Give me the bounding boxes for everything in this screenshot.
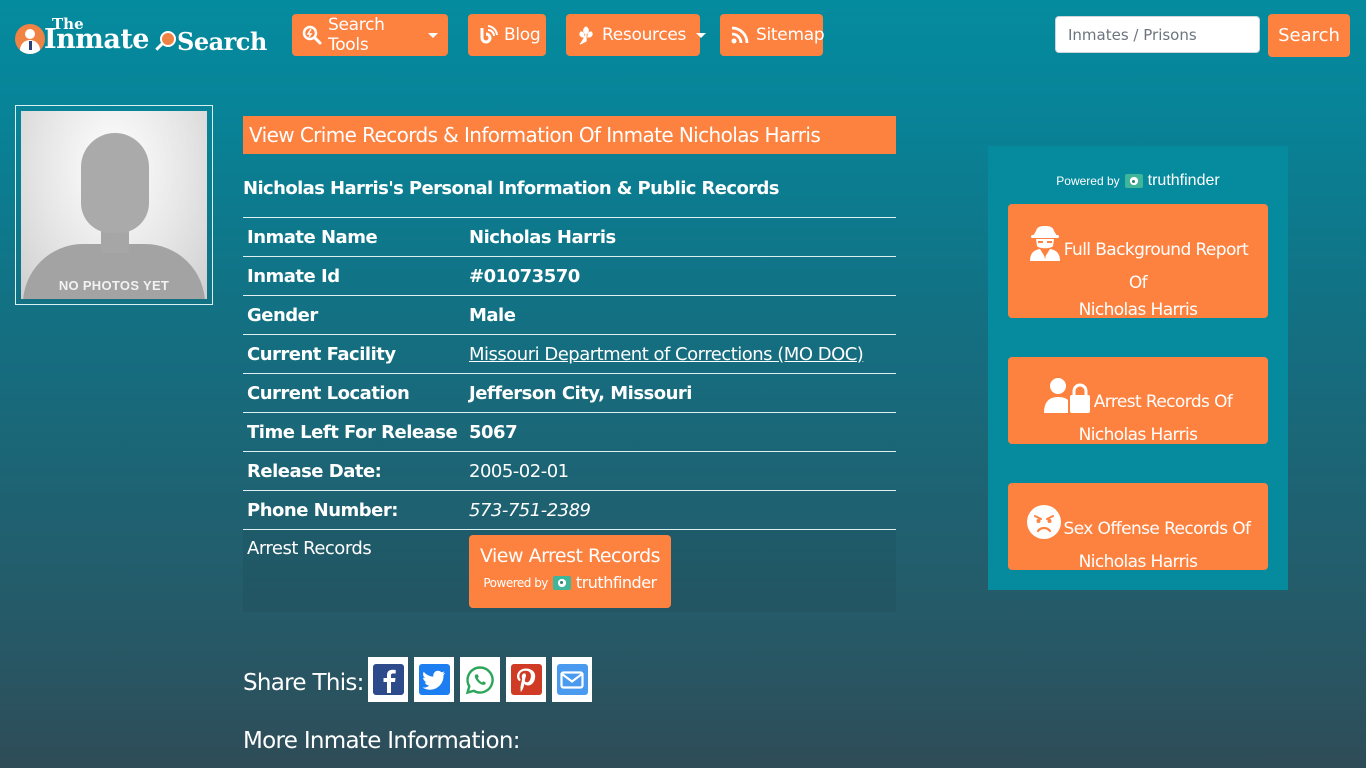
sidebar-powered-by: Powered by truthfinder <box>988 172 1288 190</box>
table-row: Current Location Jefferson City, Missour… <box>243 373 896 413</box>
whatsapp-icon <box>464 664 496 695</box>
phone-number-value: 573-751-2389 <box>469 499 591 521</box>
twitter-icon <box>418 664 450 695</box>
nav-blog-label: Blog <box>504 25 541 45</box>
no-photo-caption: NO PHOTOS YET <box>58 278 170 293</box>
view-arrest-records-label: View Arrest Records <box>479 545 661 567</box>
sex-offense-line1: Sex Offense Records Of <box>1063 519 1251 539</box>
row-label: Gender <box>247 304 318 326</box>
share-facebook-button[interactable] <box>368 657 408 702</box>
truthfinder-sidebar: Powered by truthfinder Full Background R… <box>988 146 1288 590</box>
row-label: Release Date: <box>247 460 382 482</box>
inmate-avatar-icon <box>15 24 45 54</box>
page-title: View Crime Records & Information Of Inma… <box>243 116 896 154</box>
rss-icon <box>730 25 750 45</box>
arrest-records-line2: Nicholas Harris <box>1078 425 1198 445</box>
release-date-value: 2005-02-01 <box>469 460 569 482</box>
inmate-id-value: #01073570 <box>469 265 580 287</box>
user-lock-icon <box>1043 377 1092 422</box>
table-row: Inmate Id #01073570 <box>243 256 896 296</box>
facility-link[interactable]: Missouri Department of Corrections (MO D… <box>469 344 864 365</box>
inmate-name-value: Nicholas Harris <box>469 226 616 248</box>
truthfinder-brand: truthfinder <box>1147 172 1220 189</box>
chevron-down-icon <box>428 32 438 38</box>
pinterest-icon <box>510 664 542 695</box>
full-background-line3: Nicholas Harris <box>1078 300 1198 320</box>
share-whatsapp-button[interactable] <box>460 657 500 702</box>
row-label: Inmate Name <box>247 226 378 248</box>
nav-search-tools-label: Search Tools <box>328 15 385 55</box>
email-icon <box>556 664 588 695</box>
truthfinder-brand: truthfinder <box>575 573 657 592</box>
nav-resources[interactable]: Resources <box>566 14 707 56</box>
chevron-down-icon <box>696 32 707 38</box>
table-row: Phone Number: 573-751-2389 <box>243 490 896 530</box>
row-label: Current Facility <box>247 343 396 365</box>
leaf-icon <box>576 25 596 45</box>
angry-face-icon <box>1026 504 1062 549</box>
facebook-icon <box>372 664 404 695</box>
inmate-photo-frame: NO PHOTOS YET <box>15 105 213 305</box>
powered-by-text: Powered by <box>1056 174 1120 188</box>
search-tools-icon <box>302 25 322 45</box>
full-background-report-button[interactable]: Full Background Report Of Nicholas Harri… <box>1008 204 1268 320</box>
row-label: Current Location <box>247 382 410 404</box>
truthfinder-logo-icon <box>1124 174 1143 188</box>
row-label: Inmate Id <box>247 265 340 287</box>
arrest-records-line1: Arrest Records Of <box>1093 392 1233 412</box>
share-twitter-button[interactable] <box>414 657 454 702</box>
logo-text-inmate: Inmate <box>44 24 149 55</box>
table-row: Time Left For Release 5067 <box>243 412 896 452</box>
nav-resources-label: Resources <box>602 25 687 45</box>
sex-offense-records-button[interactable]: Sex Offense Records Of Nicholas Harris <box>1008 483 1268 572</box>
table-row: Arrest Records View Arrest Records Power… <box>243 529 896 612</box>
row-label: Arrest Records <box>247 538 372 559</box>
view-arrest-records-button[interactable]: View Arrest Records Powered by truthfind… <box>469 535 671 608</box>
nav-blog[interactable]: Blog <box>468 14 546 56</box>
nav-sitemap-label: Sitemap <box>756 25 825 45</box>
inmate-search-input[interactable] <box>1055 16 1260 53</box>
full-background-line1: Full Background Report <box>1063 240 1249 260</box>
site-header: The Inmate Search Search Tools Blog Reso… <box>0 0 1366 80</box>
row-label: Phone Number: <box>247 499 398 521</box>
time-left-value: 5067 <box>469 421 518 443</box>
logo-text-search: Search <box>177 27 267 56</box>
share-label: Share This: <box>243 670 364 696</box>
sex-offense-line2: Nicholas Harris <box>1078 552 1198 572</box>
truthfinder-logo-icon <box>552 575 571 590</box>
magnifier-icon <box>160 31 176 47</box>
nav-search-tools[interactable]: Search Tools <box>292 14 448 56</box>
share-pinterest-button[interactable] <box>506 657 546 702</box>
no-photo-placeholder: NO PHOTOS YET <box>21 111 207 299</box>
arrest-records-button[interactable]: Arrest Records Of Nicholas Harris <box>1008 357 1268 445</box>
search-button[interactable]: Search <box>1268 14 1350 57</box>
table-row: Gender Male <box>243 295 896 335</box>
blog-icon <box>478 25 498 45</box>
spy-icon <box>1028 225 1062 270</box>
more-inmate-information-heading: More Inmate Information: <box>243 728 520 754</box>
section-subtitle: Nicholas Harris's Personal Information &… <box>243 178 780 199</box>
full-background-line2: Of <box>1128 273 1148 293</box>
site-logo[interactable]: The Inmate Search <box>15 17 270 57</box>
row-label: Time Left For Release <box>247 421 458 443</box>
gender-value: Male <box>469 304 516 326</box>
inmate-info-table: Inmate Name Nicholas Harris Inmate Id #0… <box>243 217 896 612</box>
table-row: Inmate Name Nicholas Harris <box>243 217 896 257</box>
share-email-button[interactable] <box>552 657 592 702</box>
nav-sitemap[interactable]: Sitemap <box>720 14 825 56</box>
table-row: Current Facility Missouri Department of … <box>243 334 896 374</box>
powered-by-text: Powered by <box>483 575 548 590</box>
location-value: Jefferson City, Missouri <box>469 382 692 404</box>
table-row: Release Date: 2005-02-01 <box>243 451 896 491</box>
powered-by-truthfinder: Powered by truthfinder <box>483 573 657 592</box>
